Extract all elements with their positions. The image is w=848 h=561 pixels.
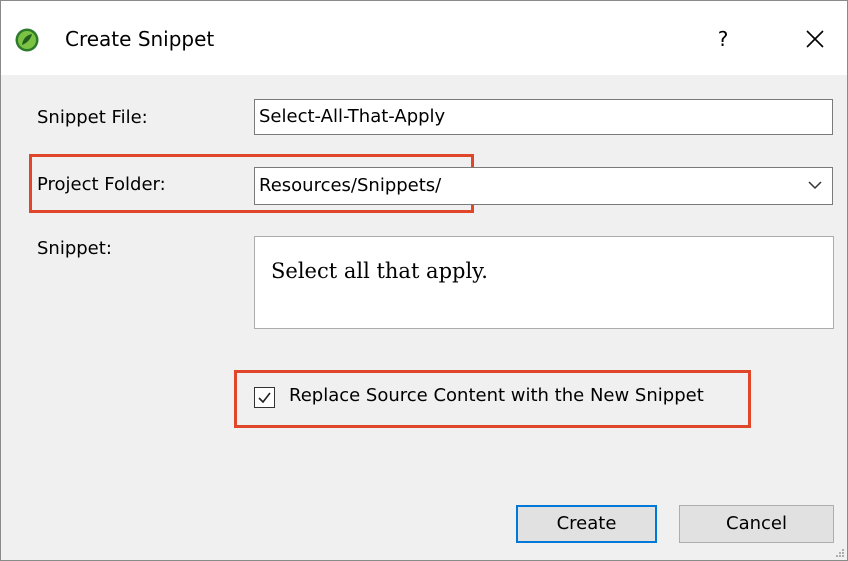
replace-source-label[interactable]: Replace Source Content with the New Snip… bbox=[289, 385, 704, 406]
chevron-down-icon bbox=[808, 181, 822, 190]
help-button[interactable]: ? bbox=[703, 21, 743, 57]
title-bar: Create Snippet ? bbox=[1, 1, 847, 75]
project-folder-select[interactable]: Resources/Snippets/ bbox=[254, 167, 833, 205]
create-button[interactable]: Create bbox=[516, 505, 657, 543]
close-button[interactable] bbox=[795, 21, 835, 57]
snippet-file-input[interactable]: Select-All-That-Apply bbox=[254, 99, 833, 135]
project-folder-value: Resources/Snippets/ bbox=[259, 175, 442, 196]
checkmark-icon bbox=[258, 392, 271, 404]
snippet-file-value: Select-All-That-Apply bbox=[259, 106, 446, 127]
dialog-title: Create Snippet bbox=[65, 27, 215, 51]
project-folder-label: Project Folder: bbox=[37, 174, 166, 195]
resize-grip-icon[interactable] bbox=[835, 548, 845, 558]
snippet-text: Select all that apply. bbox=[271, 259, 488, 283]
snippet-label: Snippet: bbox=[37, 238, 112, 259]
cancel-button[interactable]: Cancel bbox=[679, 505, 834, 543]
close-icon bbox=[806, 30, 824, 48]
create-snippet-dialog: Create Snippet ? Snippet File: Select-Al… bbox=[0, 0, 848, 561]
snippet-file-label: Snippet File: bbox=[37, 107, 148, 128]
snippet-editor[interactable]: Select all that apply. bbox=[254, 236, 834, 329]
replace-source-checkbox[interactable] bbox=[254, 387, 275, 408]
flare-app-icon bbox=[15, 28, 39, 52]
